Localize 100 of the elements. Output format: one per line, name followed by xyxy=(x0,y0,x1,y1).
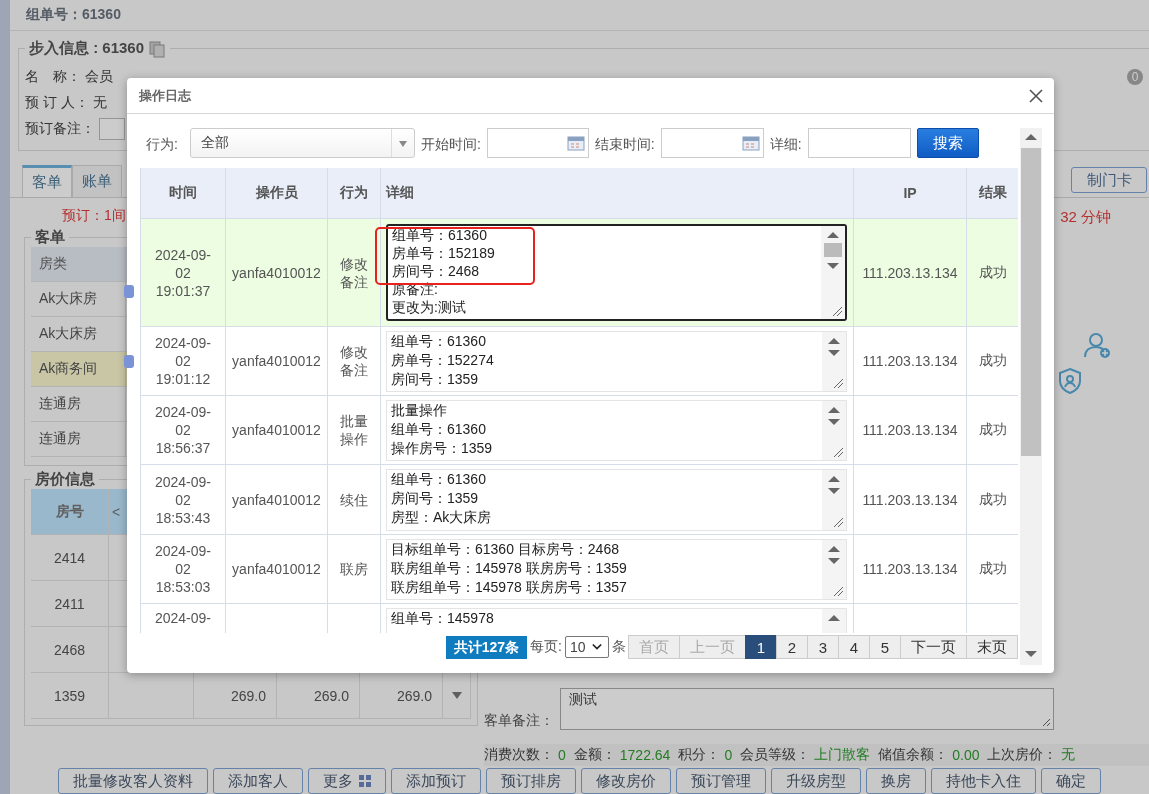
detail-box[interactable]: 批量操作 组单号：61360 操作房号：1359 xyxy=(386,400,847,461)
tab[interactable]: 客单 xyxy=(22,165,72,197)
scroll-down-icon[interactable] xyxy=(828,558,840,564)
scroll-down-icon[interactable] xyxy=(828,350,840,356)
table-cell: yanfa4010012 xyxy=(226,219,328,326)
page-number[interactable]: 5 xyxy=(869,635,901,659)
scroll-down-icon[interactable] xyxy=(827,263,839,269)
action-button[interactable]: 添加预订 xyxy=(391,768,481,794)
detail-line: 联房组单号：145978 联房房号：1357 xyxy=(391,578,628,597)
dialog-title: 组单号：61360 xyxy=(10,0,1149,31)
scroll-thumb[interactable] xyxy=(824,243,842,257)
resize-grip-icon xyxy=(831,305,843,317)
detail-line: 组单号：61360 xyxy=(391,332,487,351)
table-row[interactable]: 2024-09-02 18:56:37 yanfa4010012 批量操作 批量操作 组单号：61360 操作房号：1359 111.203.13.134 成功 xyxy=(141,396,1018,465)
date-field[interactable] xyxy=(486,128,589,158)
table-row[interactable]: 2024-09-02 19:01:12 yanfa4010012 修改备注 组单号：61360 房单号：152274 房间号：1359 111.203.13.134 成功 xyxy=(141,327,1018,396)
action-button[interactable]: 预订排房 xyxy=(486,768,576,794)
detail-box[interactable]: 组单号：61360 房间号：1359 房型：Ak大床房 xyxy=(386,469,847,531)
action-button[interactable]: 修改房价 xyxy=(581,768,671,794)
elapsed-time: 32 分钟 xyxy=(1059,208,1112,227)
stat-value: 0.00 xyxy=(952,747,980,763)
table-cell: 1359 xyxy=(31,673,109,719)
table-cell: 成功 xyxy=(967,535,1018,603)
table-cell: 111.203.13.134 xyxy=(854,219,967,326)
detail-line: 联房组单号：145978 联房房号：1359 xyxy=(391,559,628,578)
scrollbar[interactable] xyxy=(822,470,846,530)
action-button[interactable]: 添加客人 xyxy=(213,768,303,794)
close-icon[interactable] xyxy=(1028,87,1044,104)
field-label: 每页: xyxy=(529,638,563,656)
action-button[interactable]: 批量修改客人资料 xyxy=(58,768,208,794)
date-field[interactable] xyxy=(660,128,764,158)
table-row[interactable]: 2024-09-02 18:53:43 yanfa4010012 续住 组单号：61360 房间号：1359 房型：Ak大床房 111.203.13.134 成功 xyxy=(141,465,1018,535)
scroll-down-icon[interactable] xyxy=(1025,651,1037,657)
page-button[interactable]: 末页 xyxy=(966,635,1018,659)
detail-line: 房单号：152274 xyxy=(391,351,495,370)
table-cell: yanfa4010012 xyxy=(226,535,328,603)
table-row[interactable]: 2024-09-02 18:53:03 yanfa4010012 联房 目标组单号：61360 目标房号：2468 联房组单号：145978 联房房号：1359 联房组单号：145978 联房房号：1357 111.203.13.134 成功 xyxy=(141,535,1018,604)
grid-icon xyxy=(359,775,371,787)
action-button[interactable]: 升级房型 xyxy=(771,768,861,794)
field-label: 预 订 人： xyxy=(25,94,89,112)
table-cell: 成功 xyxy=(967,219,1018,326)
detail-field[interactable] xyxy=(807,128,911,158)
page-number[interactable]: 3 xyxy=(807,635,839,659)
detail-line: 组单号：61360 xyxy=(391,420,487,439)
scroll-thumb[interactable] xyxy=(1021,148,1041,456)
action-button[interactable]: 更多 xyxy=(308,768,386,794)
page-button[interactable]: 下一页 xyxy=(900,635,967,659)
action-button[interactable]: 持他卡入住 xyxy=(931,768,1036,794)
scrollbar[interactable] xyxy=(1020,128,1042,665)
remark-field[interactable]: 测试 xyxy=(560,688,1054,730)
search-button[interactable]: 搜索 xyxy=(916,128,979,158)
remark-field[interactable] xyxy=(99,118,125,140)
scroll-up-icon[interactable] xyxy=(828,476,840,482)
page-size-select[interactable]: 10 xyxy=(565,636,609,658)
detail-box[interactable]: 组单号：145978 xyxy=(386,608,847,633)
stat-label: 会员等级： xyxy=(740,746,811,764)
scroll-up-icon[interactable] xyxy=(828,615,840,621)
detail-line: 组单号：145978 xyxy=(391,609,495,628)
column-header: 房类 xyxy=(31,247,126,282)
detail-line: 组单号：61360 xyxy=(391,470,487,489)
action-button[interactable]: 确定 xyxy=(1041,768,1101,794)
action-button[interactable]: 换房 xyxy=(866,768,926,794)
scroll-down-icon[interactable] xyxy=(828,488,840,494)
table-cell: 修改备注 xyxy=(339,254,369,291)
detail-box[interactable]: 组单号：61360 房单号：152274 房间号：1359 xyxy=(386,331,847,392)
scroll-up-icon[interactable] xyxy=(828,338,840,344)
scrollbar[interactable] xyxy=(822,401,846,460)
detail-line: 操作房号：1359 xyxy=(391,439,494,458)
detail-line: 组单号：61360 xyxy=(392,226,488,244)
page-number[interactable]: 4 xyxy=(838,635,870,659)
field-label: 条 xyxy=(611,638,627,656)
scroll-up-icon[interactable] xyxy=(828,546,840,552)
scroll-up-icon[interactable] xyxy=(1025,134,1037,140)
field-label: 客单备注： xyxy=(484,712,554,730)
table-cell: 连通房 xyxy=(31,387,126,422)
action-select[interactable]: 全部 xyxy=(189,128,415,158)
column-header: 详细 xyxy=(381,168,854,218)
scrollbar[interactable] xyxy=(821,226,845,319)
table-cell: 111.203.13.134 xyxy=(854,535,967,603)
table-cell: 成功 xyxy=(967,465,1018,534)
detail-box[interactable]: 目标组单号：61360 目标房号：2468 联房组单号：145978 联房房号：1359 联房组单号：145978 联房房号：1357 xyxy=(386,539,847,600)
table-cell: 2468 xyxy=(31,627,109,673)
column-header: 结果 xyxy=(967,168,1018,218)
stat-value: 1722.64 xyxy=(619,747,671,763)
resize-grip-icon xyxy=(832,377,844,389)
door-card-button[interactable]: 制门卡 xyxy=(1071,167,1147,193)
action-button[interactable]: 预订管理 xyxy=(676,768,766,794)
page-number[interactable]: 1 xyxy=(745,635,777,659)
field-label: 预订备注： xyxy=(25,120,95,138)
scroll-down-icon[interactable] xyxy=(828,419,840,425)
page-number[interactable]: 2 xyxy=(776,635,808,659)
field-value: 无 xyxy=(92,94,107,112)
tab[interactable]: 账单 xyxy=(72,165,122,197)
scrollbar[interactable] xyxy=(822,332,846,391)
caret-icon xyxy=(591,643,602,651)
field-label: 名 称： xyxy=(25,68,81,86)
calendar-icon xyxy=(566,135,585,151)
table-cell: 111.203.13.134 xyxy=(854,396,967,464)
scrollbar[interactable] xyxy=(822,540,846,599)
scroll-up-icon[interactable] xyxy=(828,407,840,413)
